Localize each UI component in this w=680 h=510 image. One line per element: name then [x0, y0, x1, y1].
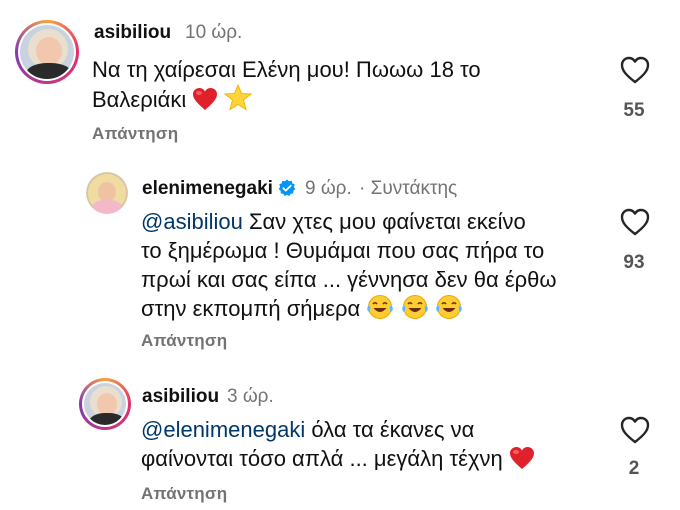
heart-icon[interactable] — [620, 56, 650, 84]
comment-line: στην εκπομπή σήμερα — [141, 296, 361, 321]
comment-text: Να τη χαίρεσαι Ελένη μου! Πωωω 18 το Βαλ… — [92, 55, 572, 118]
tears-of-joy-icon — [366, 294, 394, 327]
avatar[interactable] — [79, 378, 131, 430]
tears-of-joy-icon — [435, 294, 463, 327]
red-heart-icon — [192, 87, 218, 118]
reply-button[interactable]: Απάντηση — [141, 331, 227, 351]
comment-time: 3 ώρ. — [227, 386, 274, 407]
avatar[interactable] — [86, 172, 128, 214]
like-count: 2 — [628, 458, 640, 479]
comment-text: @asibiliou Σαν χτες μου φαίνεται εκείνο … — [141, 207, 611, 327]
author-role: · Συντάκτης — [359, 178, 458, 199]
comment-time: 10 ώρ. — [185, 22, 243, 43]
heart-icon[interactable] — [620, 416, 650, 444]
comment-line: όλα τα έκανες να — [311, 417, 475, 442]
comment-username[interactable]: asibiliou — [94, 22, 171, 44]
heart-icon[interactable] — [620, 208, 650, 236]
reply-button[interactable]: Απάντηση — [141, 484, 227, 504]
like-count: 55 — [623, 100, 645, 121]
like-count: 93 — [623, 252, 645, 273]
comment-text: @elenimenegaki όλα τα έκανες να φαίνοντα… — [141, 415, 611, 477]
comment-line: φαίνονται τόσο απλά ... μεγάλη τέχνη — [141, 446, 503, 471]
comment-line: Σαν χτες μου φαίνεται εκείνο — [248, 209, 526, 234]
comment-username[interactable]: elenimenegaki — [142, 178, 296, 200]
avatar[interactable] — [15, 20, 79, 84]
mention-link[interactable]: @asibiliou — [141, 209, 243, 234]
mention-link[interactable]: @elenimenegaki — [141, 417, 305, 442]
comment-line: πρωί και σας είπα ... γέννησα δεν θα έρθ… — [141, 267, 557, 292]
username-text[interactable]: elenimenegaki — [142, 178, 273, 199]
reply-button[interactable]: Απάντηση — [92, 124, 178, 144]
comment-line: Βαλεριάκι — [92, 87, 187, 112]
comment-time: 9 ώρ. — [305, 178, 352, 199]
star-icon — [224, 83, 253, 118]
verified-badge-icon — [278, 179, 296, 196]
comment-line: Να τη χαίρεσαι Ελένη μου! Πωωω 18 το — [92, 57, 481, 82]
red-heart-icon — [509, 446, 535, 477]
comment-username[interactable]: asibiliou — [142, 386, 219, 408]
comment-line: το ξημέρωμα ! Θυμάμαι που σας πήρα το — [141, 238, 545, 263]
tears-of-joy-icon — [401, 294, 429, 327]
